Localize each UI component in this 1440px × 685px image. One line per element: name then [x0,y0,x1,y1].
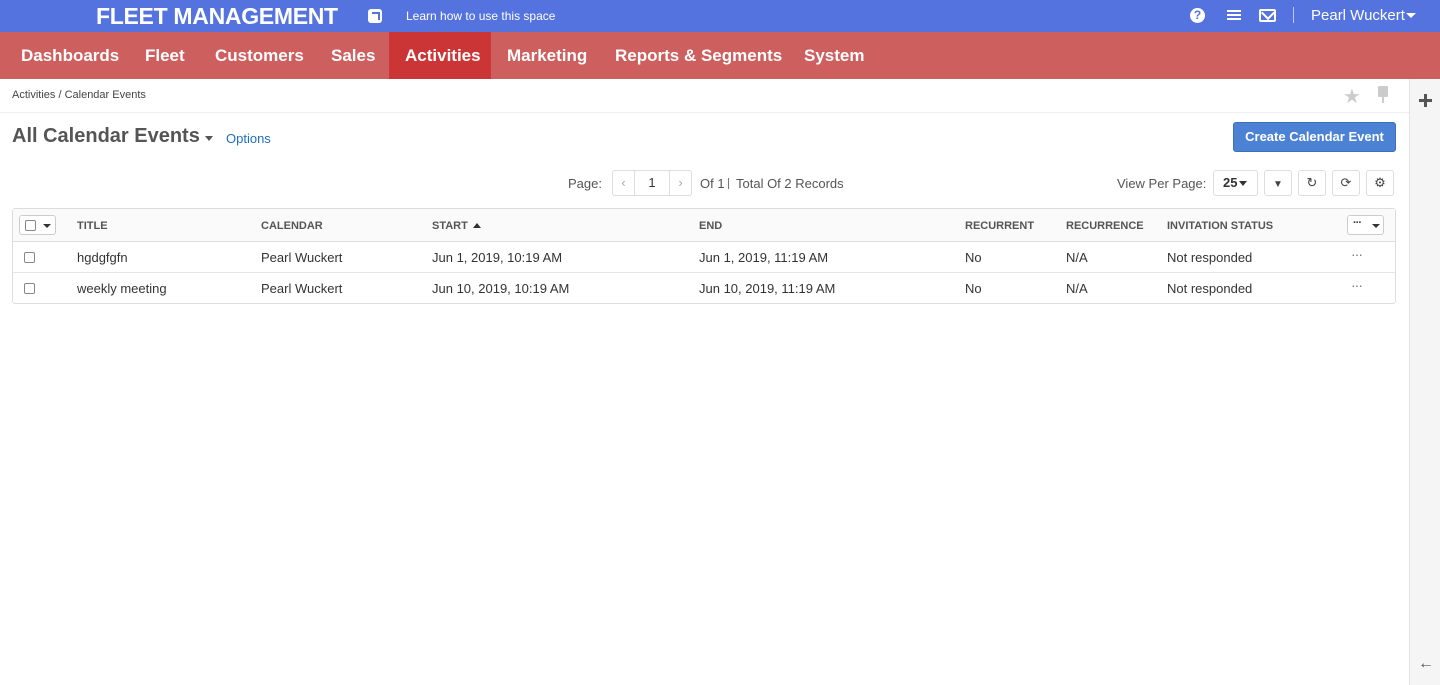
page-label: Page: [568,176,602,191]
column-header-start-label: START [432,220,468,232]
view-per-page-select[interactable]: 25 [1213,170,1258,196]
row-checkbox[interactable] [24,283,35,294]
grid-settings-button[interactable]: ⚙ [1366,170,1394,196]
column-header-start[interactable]: START [432,220,481,232]
chevron-down-icon[interactable] [1406,13,1416,18]
pager: ‹ 1 › [612,170,692,196]
cell-calendar: Pearl Wuckert [261,281,343,296]
mail-icon[interactable] [1259,9,1276,22]
nav-item-marketing[interactable]: Marketing [491,32,603,79]
chevron-right-icon[interactable]: › [669,171,691,195]
cell-title: weekly meeting [77,281,167,296]
pin-icon[interactable] [1376,86,1390,104]
help-icon[interactable]: ? [1190,8,1205,23]
nav-item-customers[interactable]: Customers [199,32,320,79]
refresh-button[interactable]: ⟳ [1332,170,1360,196]
star-icon[interactable]: ★ [1343,84,1361,109]
shortcuts-menu-icon[interactable] [1226,8,1242,24]
breadcrumb: Activities / Calendar Events [12,89,146,101]
page-title[interactable]: All Calendar Events [12,125,200,148]
column-manager-button[interactable]: ··· [1347,215,1384,235]
column-header-recurrence[interactable]: RECURRENCE [1066,220,1144,232]
learn-link[interactable]: Learn how to use this space [406,9,555,23]
cell-calendar: Pearl Wuckert [261,250,343,265]
app-logo[interactable]: FLEET MANAGEMENT [96,3,338,30]
more-icon: ··· [1353,217,1362,229]
cell-invitation-status: Not responded [1167,250,1253,265]
topbar-divider [1293,7,1294,23]
nav-item-fleet[interactable]: Fleet [129,32,201,79]
column-header-recurrent[interactable]: RECURRENT [965,220,1034,232]
cell-end: Jun 10, 2019, 11:19 AM [699,281,836,296]
nav-item-reports-segments[interactable]: Reports & Segments [599,32,798,79]
calendar-events-grid: TITLE CALENDAR START END RECURRENT RECUR… [12,208,1396,304]
main-navigation: Dashboards Fleet Customers Sales Activit… [0,32,1440,79]
reset-icon: ↻ [1306,175,1318,190]
cell-end: Jun 1, 2019, 11:19 AM [699,250,829,265]
cell-recurrence: N/A [1066,250,1088,265]
nav-item-system[interactable]: System [788,32,880,79]
page-number-input[interactable]: 1 [635,171,669,195]
column-header-invitation-status[interactable]: INVITATION STATUS [1167,220,1273,232]
filter-icon: ▼ [1273,179,1283,190]
filter-button[interactable]: ▼ [1264,170,1292,196]
create-calendar-event-button[interactable]: Create Calendar Event [1233,122,1396,152]
nav-item-sales[interactable]: Sales [315,32,391,79]
reset-button[interactable]: ↻ [1298,170,1326,196]
total-records: Total Of 2 Records [736,176,844,191]
chevron-down-icon [1372,224,1380,228]
cell-recurrent: No [965,250,982,265]
divider [728,178,729,189]
external-link-icon[interactable] [368,9,382,23]
page-count: Of 1 [700,176,725,191]
row-actions-icon[interactable]: ··· [1351,277,1363,293]
column-header-end[interactable]: END [699,220,722,232]
arrow-left-icon[interactable]: ← [1418,655,1434,673]
cell-start: Jun 10, 2019, 10:19 AM [432,281,570,296]
divider [0,112,1409,113]
column-header-calendar[interactable]: CALENDAR [261,220,323,232]
table-row[interactable]: weekly meeting Pearl Wuckert Jun 10, 201… [13,273,1395,304]
user-menu[interactable]: Pearl Wuckert [1311,7,1405,24]
cell-recurrent: No [965,281,982,296]
refresh-icon: ⟳ [1340,175,1352,190]
mass-action-select[interactable] [19,215,56,235]
view-per-page-label: View Per Page: [1117,176,1207,191]
chevron-down-icon[interactable] [205,136,213,141]
row-actions-icon[interactable]: ··· [1351,246,1363,262]
nav-item-dashboards[interactable]: Dashboards [5,32,135,79]
add-widget-icon[interactable] [1419,94,1432,107]
sort-ascending-icon [472,223,481,228]
column-header-title[interactable]: TITLE [77,220,108,232]
grid-header: TITLE CALENDAR START END RECURRENT RECUR… [13,209,1395,242]
gear-icon: ⚙ [1374,175,1386,190]
cell-start: Jun 1, 2019, 10:19 AM [432,250,563,265]
top-bar: FLEET MANAGEMENT Learn how to use this s… [0,0,1440,32]
right-sidebar: ← [1409,79,1440,685]
select-all-checkbox[interactable] [25,220,36,231]
table-row[interactable]: hgdgfgfn Pearl Wuckert Jun 1, 2019, 10:1… [13,242,1395,273]
nav-item-activities[interactable]: Activities [389,32,491,79]
cell-recurrence: N/A [1066,281,1088,296]
chevron-down-icon[interactable] [43,224,51,228]
options-link[interactable]: Options [226,131,271,146]
chevron-left-icon[interactable]: ‹ [613,171,635,195]
cell-invitation-status: Not responded [1167,281,1253,296]
cell-title: hgdgfgfn [77,250,128,265]
row-checkbox[interactable] [24,252,35,263]
